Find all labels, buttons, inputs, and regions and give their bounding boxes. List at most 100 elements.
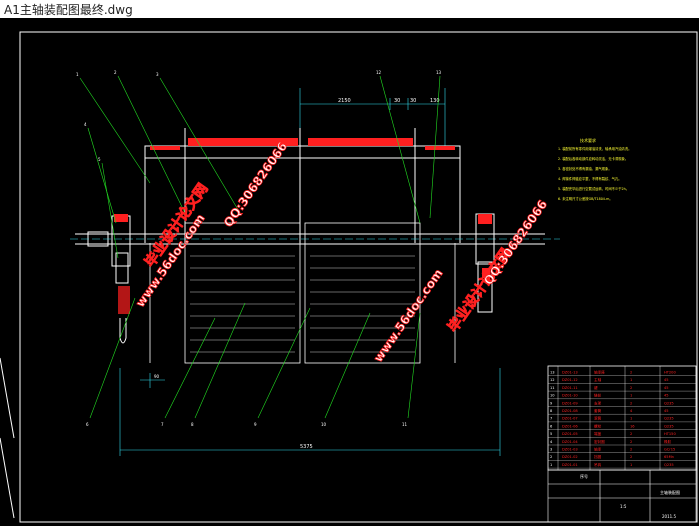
bom-cell-no: 1 — [550, 463, 552, 467]
bottom-dimension — [119, 368, 501, 456]
bom-cell-name: 支架 — [594, 400, 602, 405]
bom-cell-mat: 45 — [664, 386, 669, 390]
bom-cell-code: DZ01-13 — [562, 371, 578, 375]
bom-cell-qty: 2 — [630, 455, 632, 459]
bom-cell-qty: 1 — [630, 417, 632, 421]
watermark-right-3: QQ:306826066 — [481, 197, 550, 287]
dim-top-mid1: 30 — [394, 98, 400, 104]
leader-num-4: 4 — [84, 122, 87, 127]
bom-cell-code: DZ01-07 — [562, 417, 578, 421]
svg-text:6. 未注明尺寸公差按GB/T1804-m。: 6. 未注明尺寸公差按GB/T1804-m。 — [558, 196, 613, 201]
bom-cell-mat: HT200 — [664, 371, 676, 375]
leader-num-8: 8 — [191, 422, 194, 427]
bom-cell-no: 5 — [550, 432, 552, 436]
bom-rows: 13 DZ01-13 轴承座 2 HT20012 DZ01-12 主轴 1 4511 DZ01-1… — [548, 370, 696, 469]
bom-cell-mat: 45 — [664, 378, 669, 382]
bom-cell-no: 6 — [550, 424, 553, 428]
leader-num-7: 7 — [161, 422, 164, 427]
leader-num-5: 5 — [98, 157, 101, 162]
bom-cell-code: DZ01-06 — [562, 424, 578, 428]
svg-text:4. 焊接件焊缝应平整，不得有裂纹、气孔。: 4. 焊接件焊缝应平整，不得有裂纹、气孔。 — [558, 176, 622, 181]
leader-num-13: 13 — [436, 70, 442, 75]
bom-cell-no: 2 — [550, 455, 552, 459]
bom-cell-name: 端盖 — [594, 431, 602, 436]
cad-canvas[interactable]: 2150 30 30 130 1 2 3 4 5 6 7 8 9 10 11 1… — [0, 18, 699, 526]
leader-lines — [79, 75, 441, 419]
leader-num-9: 9 — [254, 422, 257, 427]
bom-cell-name: 密封圈 — [594, 439, 605, 444]
frame-diagonal-left2 — [0, 437, 15, 519]
bom-cell-code: DZ01-05 — [562, 432, 578, 436]
bom-cell-no: 9 — [550, 401, 553, 405]
bom-cell-qty: 1 — [630, 394, 632, 398]
bom-cell-code: DZ01-09 — [562, 401, 578, 405]
bom-cell-qty: 16 — [630, 424, 635, 428]
bom-cell-qty: 4 — [630, 409, 633, 413]
bom-cell-no: 12 — [550, 378, 555, 382]
bom-cell-name: 主轴 — [594, 377, 602, 382]
file-tab[interactable]: A1主轴装配图最终.dwg — [0, 0, 699, 18]
bom-cell-name: 吊钩 — [594, 462, 602, 467]
svg-text:5. 装配完毕后进行空载试运转，时间不少于2h。: 5. 装配完毕后进行空载试运转，时间不少于2h。 — [558, 186, 629, 191]
svg-text:3. 各密封处不得有漏油、漏气现象。: 3. 各密封处不得有漏油、漏气现象。 — [558, 166, 612, 171]
bom-cell-code: DZ01-04 — [562, 440, 578, 444]
bom-cell-mat: Q235 — [664, 424, 674, 428]
technical-notes: 技术要求 1. 装配前所有零件用煤油清洗，轴承用汽油清洗。 2. 装配后各转动部… — [558, 137, 631, 201]
drawing-svg: 2150 30 30 130 1 2 3 4 5 6 7 8 9 10 11 1… — [0, 31, 698, 523]
bom-cell-mat: 45 — [664, 394, 669, 398]
bom-cell-qty: 1 — [630, 463, 632, 467]
bom-cell-code: DZ01-12 — [562, 378, 578, 382]
bom-cell-qty: 2 — [630, 440, 632, 444]
bom-cell-no: 11 — [550, 386, 555, 390]
drum-slats — [190, 255, 415, 353]
watermark-left-3: QQ:306826066 — [221, 139, 290, 229]
red-pad-right — [425, 146, 455, 150]
bom-cell-qty: 2 — [630, 432, 632, 436]
bom-cell-name: 轴承座 — [594, 370, 605, 375]
bom-cell-no: 10 — [550, 394, 555, 398]
leader-num-12: 12 — [376, 70, 382, 75]
bom-cell-code: DZ01-01 — [562, 463, 578, 467]
bom-cell-qty: 2 — [630, 401, 632, 405]
bom-cell-name: 螺栓 — [594, 423, 602, 428]
bom-cell-no: 8 — [550, 409, 553, 413]
dim-top-mid2: 30 — [410, 98, 416, 104]
bom-cell-qty: 1 — [630, 378, 632, 382]
bom-cell-code: DZ01-08 — [562, 409, 578, 413]
bom-cell-mat: Q235 — [664, 463, 674, 467]
bom-cell-no: 13 — [550, 371, 555, 375]
svg-text:2. 装配后各转动部件应转动灵活，无卡滞现象。: 2. 装配后各转动部件应转动灵活，无卡滞现象。 — [558, 156, 628, 161]
bom-cell-qty: 2 — [630, 386, 632, 390]
bom-cell-code: DZ01-11 — [562, 386, 578, 390]
bom-cell-no: 4 — [550, 440, 553, 444]
leader-num-6: 6 — [86, 422, 89, 427]
watermark-right-2: www.56doc.com — [371, 266, 446, 364]
leader-num-2: 2 — [114, 70, 117, 75]
frame-diagonal-left — [0, 357, 15, 439]
bom-cell-mat: 45 — [664, 409, 669, 413]
leader-num-10: 10 — [321, 422, 327, 427]
leader-num-3: 3 — [156, 72, 159, 77]
bom-cell-code: DZ01-02 — [562, 455, 578, 459]
title-sheet: 2011.5 — [662, 514, 676, 519]
bom-cell-name: 链轮 — [594, 393, 602, 398]
bom-cell-mat: 橡胶 — [664, 439, 672, 444]
watermark-group-right: 毕业设计论文网 www.56doc.com QQ:306826066 — [371, 197, 551, 365]
svg-text:技术要求: 技术要求 — [580, 137, 596, 143]
bom-cell-mat: HT150 — [664, 432, 676, 436]
title-drawing-name: 主轴装配图 — [660, 489, 680, 495]
bom-cell-name: 轴承 — [594, 447, 602, 452]
bom-cell-qty: 2 — [630, 448, 632, 452]
bom-cell-qty: 2 — [630, 371, 632, 375]
bom-cell-mat: 65Mn — [664, 455, 674, 459]
bom-cell-no: 3 — [550, 448, 552, 452]
svg-text:1. 装配前所有零件用煤油清洗，轴承用汽油清洗。: 1. 装配前所有零件用煤油清洗，轴承用汽油清洗。 — [558, 146, 631, 151]
red-pad-left — [150, 146, 180, 150]
file-title: A1主轴装配图最终.dwg — [4, 3, 133, 17]
dim-bottom-overall: 5375 — [300, 444, 313, 450]
bom-header-no: 序号 — [580, 473, 588, 479]
bom-cell-mat: Q235 — [664, 401, 674, 405]
bom-cell-name: 键 — [594, 385, 598, 390]
title-scale: 1:5 — [620, 504, 627, 509]
bom-cell-mat: GCr15 — [664, 448, 675, 452]
